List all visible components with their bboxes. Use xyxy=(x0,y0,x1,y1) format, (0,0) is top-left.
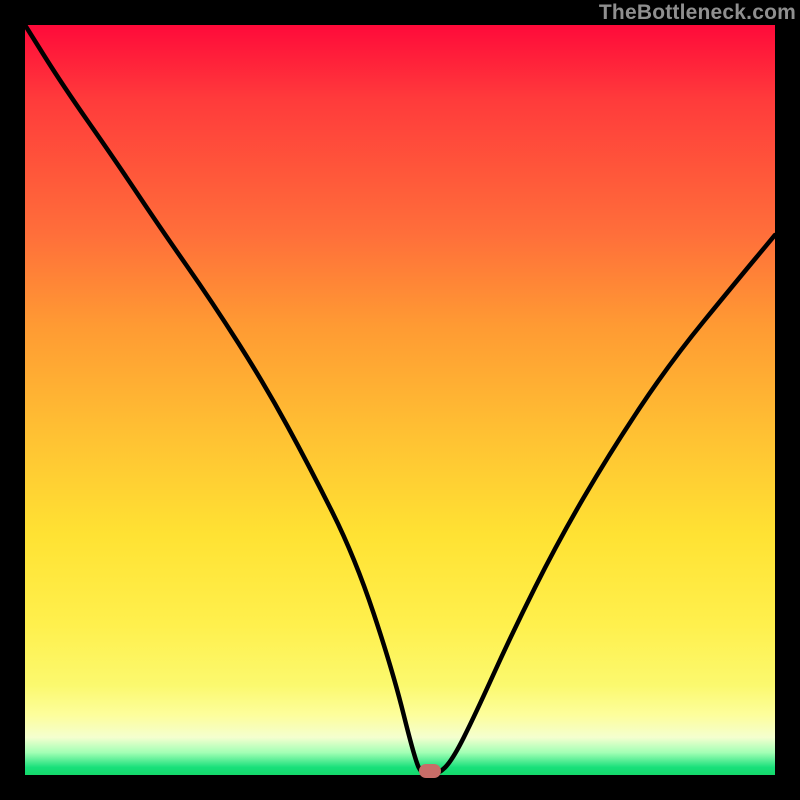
watermark-label: TheBottleneck.com xyxy=(599,1,796,25)
plot-area xyxy=(25,25,775,775)
chart-frame: TheBottleneck.com xyxy=(0,0,800,800)
bottleneck-curve xyxy=(25,25,775,775)
optimum-marker xyxy=(419,764,441,778)
